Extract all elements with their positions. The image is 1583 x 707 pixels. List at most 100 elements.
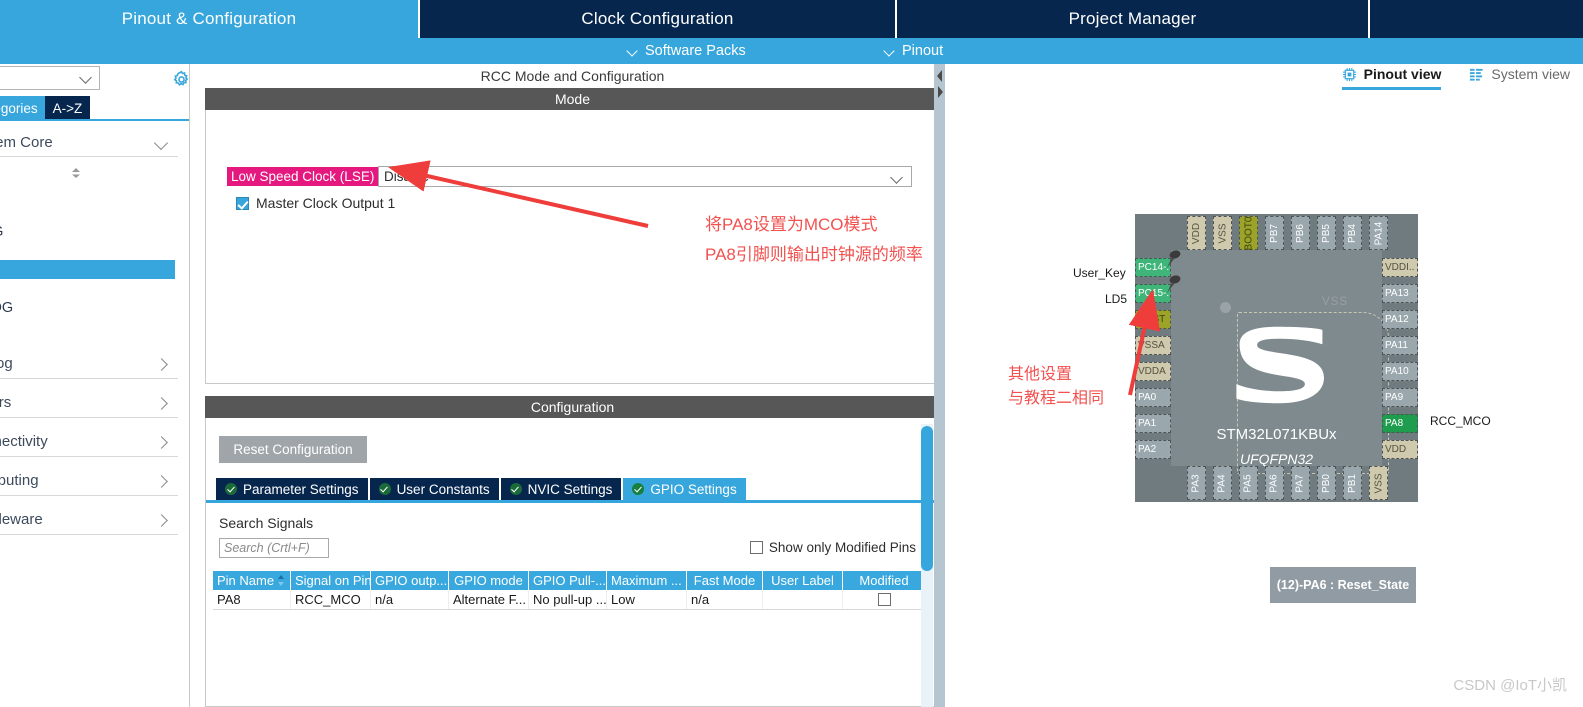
pin-pa0[interactable]: PA0 bbox=[1135, 388, 1171, 407]
search-signals-input[interactable]: Search (Crtl+F) bbox=[219, 538, 329, 558]
reset-configuration-button[interactable]: Reset Configuration bbox=[219, 436, 367, 463]
tab-system-view[interactable]: System view bbox=[1469, 66, 1570, 87]
pin-label: NRST bbox=[1138, 314, 1166, 325]
sidebar-item-sys[interactable]: SYS bbox=[0, 279, 175, 298]
cell-maximum-output-speed[interactable]: Low bbox=[607, 590, 687, 609]
pin-vss-bottom[interactable]: VSS bbox=[1369, 466, 1388, 500]
sidebar-item-nvic[interactable]: NVIC bbox=[0, 241, 175, 260]
tab-parameter-settings[interactable]: Parameter Settings bbox=[216, 478, 368, 500]
table-header-row: Pin Name Signal on Pin GPIO outp... GPIO… bbox=[213, 571, 925, 590]
sidebar-item-iwdg[interactable]: IWDG bbox=[0, 222, 175, 241]
cell-gpio-output[interactable]: n/a bbox=[371, 590, 449, 609]
tab-project-manager[interactable]: Project Manager bbox=[897, 0, 1370, 38]
sidebar-item-rcc[interactable]: RCC bbox=[0, 260, 175, 279]
pin-pa10[interactable]: PA10 bbox=[1382, 362, 1418, 381]
pin-vdd-top-1[interactable]: VDD bbox=[1187, 216, 1206, 250]
show-only-modified-pins-checkbox[interactable] bbox=[749, 541, 763, 554]
pin-vddio[interactable]: VDDI.. bbox=[1382, 258, 1418, 277]
divider bbox=[0, 417, 178, 418]
pin-pb5[interactable]: PB5 bbox=[1317, 216, 1336, 250]
tab-label: User Constants bbox=[396, 481, 490, 497]
subtab-pinout[interactable]: Pinout bbox=[885, 38, 943, 64]
table-row[interactable]: PA8 RCC_MCO n/a Alternate F... No pull-u… bbox=[213, 590, 925, 610]
column-header-gpio-mode[interactable]: GPIO mode bbox=[449, 571, 529, 590]
sidebar-tab-categories[interactable]: Categories bbox=[0, 96, 45, 120]
gear-icon[interactable] bbox=[172, 70, 189, 89]
tab-nvic-settings[interactable]: NVIC Settings bbox=[500, 478, 622, 500]
cell-modified[interactable] bbox=[843, 590, 925, 609]
column-header-modified[interactable]: Modified bbox=[843, 571, 925, 590]
tab-user-constants[interactable]: User Constants bbox=[369, 478, 499, 500]
ip-search-dropdown[interactable] bbox=[0, 66, 100, 90]
pin-pa3[interactable]: PA3 bbox=[1187, 466, 1206, 500]
pin-vdda[interactable]: VDDA bbox=[1135, 362, 1171, 381]
sidebar-group-timers[interactable]: Timers bbox=[0, 389, 189, 419]
cell-fast-mode[interactable]: n/a bbox=[687, 590, 763, 609]
divider bbox=[0, 456, 178, 457]
pin-pa9[interactable]: PA9 bbox=[1382, 388, 1418, 407]
column-header-signal-on-pin[interactable]: Signal on Pin bbox=[291, 571, 371, 590]
pin-pa14[interactable]: PA14 bbox=[1369, 216, 1388, 250]
pin-pa7[interactable]: PA7 bbox=[1291, 466, 1310, 500]
pin-label: VDDA bbox=[1138, 366, 1166, 377]
pin-pa4[interactable]: PA4 bbox=[1213, 466, 1232, 500]
watermark: CSDN @IoT小凯 bbox=[1453, 677, 1567, 694]
sidebar-group-middleware[interactable]: Middleware bbox=[0, 506, 189, 536]
pin-pb6[interactable]: PB6 bbox=[1291, 216, 1310, 250]
tab-gpio-settings[interactable]: GPIO Settings bbox=[623, 478, 746, 500]
check-circle-icon bbox=[225, 483, 237, 495]
pin-pa11[interactable]: PA11 bbox=[1382, 336, 1418, 355]
sidebar-tab-a-to-z[interactable]: A->Z bbox=[45, 96, 90, 120]
scroll-spinner-icon[interactable] bbox=[68, 166, 84, 180]
column-header-gpio-pull[interactable]: GPIO Pull-... bbox=[529, 571, 607, 590]
configuration-scrollbar-thumb[interactable] bbox=[921, 426, 933, 571]
sidebar-tab-label: Categories bbox=[0, 100, 38, 116]
master-clock-output-checkbox[interactable] bbox=[236, 196, 249, 210]
pin-pa13[interactable]: PA13 bbox=[1382, 284, 1418, 303]
pin-pa6[interactable]: PA6 bbox=[1265, 466, 1284, 500]
pin-pb7[interactable]: PB7 bbox=[1265, 216, 1284, 250]
pin-vssa[interactable]: VSSA bbox=[1135, 336, 1171, 355]
pin-label: PA7 bbox=[1295, 473, 1307, 493]
pin-pb1[interactable]: PB1 bbox=[1343, 466, 1362, 500]
tab-tools[interactable] bbox=[1370, 0, 1581, 38]
subtab-software-packs[interactable]: Software Packs bbox=[628, 38, 746, 64]
sidebar-group-computing[interactable]: Computing bbox=[0, 467, 189, 497]
pin-vdd-right[interactable]: VDD bbox=[1382, 440, 1418, 459]
tab-pinout-configuration[interactable]: Pinout & Configuration bbox=[0, 0, 420, 38]
cell-user-label[interactable] bbox=[763, 590, 843, 609]
sidebar-group-system-core[interactable]: System Core bbox=[0, 129, 189, 159]
show-only-modified-pins-row[interactable]: Show only Modified Pins bbox=[749, 540, 916, 555]
column-header-pin-name[interactable]: Pin Name bbox=[213, 571, 291, 590]
pin-ext-label-ld5: LD5 bbox=[1105, 292, 1128, 306]
pin-pb0[interactable]: PB0 bbox=[1317, 466, 1336, 500]
sidebar-item-dma[interactable]: DMA bbox=[0, 184, 175, 203]
sidebar-item-wwdg[interactable]: WWDG bbox=[0, 298, 175, 317]
splitter-collapse-handle[interactable] bbox=[934, 68, 945, 104]
column-header-user-label[interactable]: User Label bbox=[763, 571, 843, 590]
pin-pa5[interactable]: PA5 bbox=[1239, 466, 1258, 500]
tab-pinout-view[interactable]: Pinout view bbox=[1341, 66, 1442, 90]
sidebar-group-connectivity[interactable]: Connectivity bbox=[0, 428, 189, 458]
panel-splitter[interactable] bbox=[934, 64, 945, 707]
cell-gpio-mode[interactable]: Alternate F... bbox=[449, 590, 529, 609]
pin-pa12[interactable]: PA12 bbox=[1382, 310, 1418, 329]
pin-vss-top[interactable]: VSS bbox=[1213, 216, 1232, 250]
master-clock-output-row[interactable]: Master Clock Output 1 bbox=[236, 195, 395, 211]
column-header-fast-mode[interactable]: Fast Mode bbox=[687, 571, 763, 590]
pin-pa1[interactable]: PA1 bbox=[1135, 414, 1171, 433]
pin-pb4[interactable]: PB4 bbox=[1343, 216, 1362, 250]
sidebar-group-analog[interactable]: Analog bbox=[0, 350, 189, 380]
column-header-gpio-output[interactable]: GPIO outp... bbox=[371, 571, 449, 590]
tab-clock-configuration[interactable]: Clock Configuration bbox=[420, 0, 897, 38]
pin-pa8[interactable]: PA8 bbox=[1382, 414, 1418, 433]
pin-nrst[interactable]: NRST bbox=[1135, 310, 1171, 329]
pin-boot0[interactable]: BOOT0 bbox=[1239, 216, 1258, 250]
column-header-maximum-output-speed[interactable]: Maximum ... bbox=[607, 571, 687, 590]
modified-checkbox[interactable] bbox=[877, 593, 891, 606]
pin-pa2[interactable]: PA2 bbox=[1135, 440, 1171, 459]
lse-dropdown[interactable]: Disable bbox=[378, 166, 912, 187]
cell-gpio-pull[interactable]: No pull-up ... bbox=[529, 590, 607, 609]
pin-label: PB7 bbox=[1269, 223, 1280, 243]
sidebar-item-gpio[interactable]: GPIO bbox=[0, 203, 175, 222]
